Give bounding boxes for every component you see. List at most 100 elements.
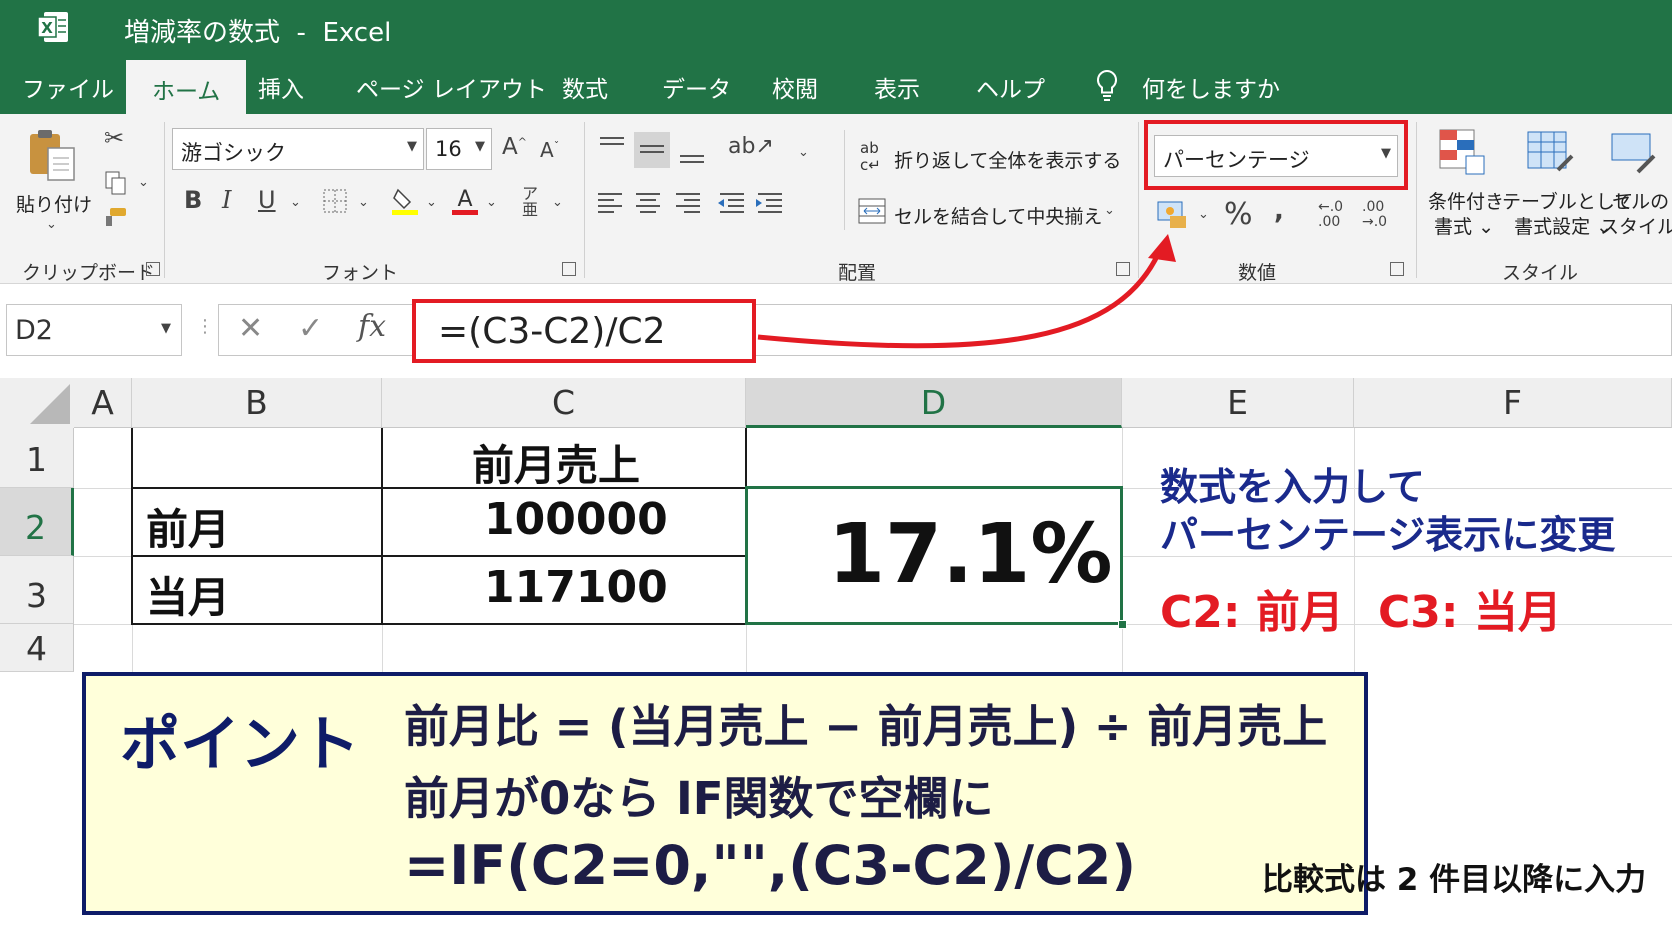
note-c2-label: C2: 前月	[1160, 587, 1344, 638]
decrease-decimal-icon[interactable]: .00 →.0	[1362, 199, 1387, 231]
tell-me-search[interactable]: 何をしますか	[1142, 70, 1280, 104]
group-separator	[584, 122, 585, 278]
font-size-combo[interactable]: 16 ▼	[426, 128, 492, 170]
formula-bar-grip-icon: ⋮	[196, 316, 214, 337]
cell-c1[interactable]: 前月売上	[472, 432, 640, 493]
column-header-c[interactable]: C	[382, 378, 746, 428]
merge-center-button[interactable]: セルを結合して中央揃え	[894, 202, 1102, 229]
format-as-table-icon[interactable]	[1524, 126, 1576, 178]
name-box[interactable]: D2 ▼	[6, 304, 182, 356]
cell-d2-value: 17.1%	[828, 507, 1113, 602]
format-painter-icon[interactable]	[102, 206, 128, 228]
merge-dropdown-icon[interactable]: ⌄	[1104, 204, 1115, 217]
group-separator	[844, 130, 845, 230]
fill-color-icon[interactable]	[390, 184, 420, 216]
number-launcher-icon[interactable]	[1390, 262, 1404, 276]
cancel-icon[interactable]: ✕	[238, 314, 263, 344]
orientation-icon[interactable]: ab↗	[728, 136, 774, 158]
insert-function-icon[interactable]: fx	[358, 312, 386, 342]
increase-font-icon[interactable]: A^	[502, 136, 527, 159]
underline-dropdown-icon[interactable]: ⌄	[290, 196, 301, 209]
column-header-a[interactable]: A	[74, 378, 132, 428]
window-title: 増減率の数式 - Excel	[124, 18, 392, 48]
increase-decimal-icon[interactable]: ←.0.00	[1318, 199, 1343, 231]
footnote: 比較式は 2 件目以降に入力	[1262, 862, 1647, 898]
conditional-format-icon[interactable]	[1436, 126, 1488, 178]
underline-button[interactable]: U	[258, 188, 276, 212]
vertical-align-icons[interactable]	[596, 132, 716, 168]
chevron-down-icon: ▼	[407, 139, 417, 154]
column-header-f[interactable]: F	[1354, 378, 1672, 428]
row-header-1[interactable]: 1	[0, 428, 74, 488]
orientation-dropdown-icon[interactable]: ⌄	[798, 146, 809, 159]
borders-icon[interactable]	[322, 188, 348, 214]
chevron-down-icon: ▼	[475, 139, 485, 154]
tab-view[interactable]: 表示	[874, 70, 920, 104]
title-bar: X 増減率の数式 - Excel	[0, 0, 1672, 56]
phonetic-dropdown-icon[interactable]: ⌄	[552, 196, 563, 209]
select-all-corner[interactable]	[0, 378, 74, 428]
wrap-text-button[interactable]: 折り返して全体を表示する	[894, 146, 1121, 173]
phonetic-icon[interactable]: ア亜	[522, 186, 538, 218]
font-color-dropdown-icon[interactable]: ⌄	[486, 196, 497, 209]
chevron-down-icon: ▼	[161, 321, 171, 336]
decrease-font-icon[interactable]: Aˇ	[540, 140, 559, 160]
wrap-text-icon[interactable]: ab c↵	[860, 140, 881, 173]
paste-icon[interactable]	[26, 126, 82, 184]
tab-review[interactable]: 校閲	[772, 70, 818, 104]
column-header-b[interactable]: B	[132, 378, 382, 428]
cell-d2-selected[interactable]: 17.1%	[745, 486, 1127, 629]
font-color-icon[interactable]: A	[450, 184, 480, 216]
chevron-down-icon: ▼	[1381, 146, 1391, 161]
merge-center-icon[interactable]	[858, 198, 886, 224]
tab-file[interactable]: ファイル	[22, 70, 114, 104]
formula-highlight[interactable]: =(C3-C2)/C2	[412, 299, 756, 363]
borders-dropdown-icon[interactable]: ⌄	[358, 196, 369, 209]
conditional-format-button[interactable]: 条件付き 書式 ⌄	[1428, 190, 1504, 239]
group-label-alignment: 配置	[838, 262, 877, 284]
group-label-number: 数値	[1238, 262, 1277, 284]
column-header-d[interactable]: D	[746, 378, 1122, 428]
row-header-3[interactable]: 3	[0, 556, 74, 624]
tab-formulas[interactable]: 数式	[562, 70, 608, 104]
clipboard-launcher-icon[interactable]	[146, 262, 160, 276]
group-separator	[1138, 122, 1139, 278]
italic-button[interactable]: I	[222, 188, 231, 212]
font-launcher-icon[interactable]	[562, 262, 576, 276]
column-header-e[interactable]: E	[1122, 378, 1354, 428]
tab-home[interactable]: ホーム	[126, 60, 247, 114]
tab-insert[interactable]: 挿入	[258, 70, 304, 104]
number-format-combo[interactable]: パーセンテージ ▼	[1154, 135, 1398, 177]
cell-styles-icon[interactable]	[1608, 126, 1660, 178]
point-line-1: 前月比 = (当月売上 − 前月売上) ÷ 前月売上	[404, 700, 1328, 753]
fill-color-dropdown-icon[interactable]: ⌄	[426, 196, 437, 209]
accounting-dropdown-icon[interactable]: ⌄	[1198, 208, 1209, 221]
paste-button[interactable]: 貼り付け	[16, 190, 92, 217]
cell-b2[interactable]: 前月	[146, 496, 230, 557]
formula-text: =(C3-C2)/C2	[438, 311, 666, 352]
group-label-font: フォント	[322, 262, 399, 284]
font-name-combo[interactable]: 游ゴシック ▼	[172, 128, 424, 170]
cell-b3[interactable]: 当月	[146, 564, 230, 625]
row-header-4[interactable]: 4	[0, 624, 74, 672]
paste-dropdown-icon[interactable]: ⌄	[46, 218, 57, 231]
note-c3-label: C3: 当月	[1378, 587, 1562, 638]
tab-page-layout[interactable]: ページ レイアウト	[356, 70, 547, 104]
fill-handle[interactable]	[1118, 620, 1127, 629]
row-header-2[interactable]: 2	[0, 488, 74, 556]
tab-help[interactable]: ヘルプ	[976, 70, 1045, 104]
percent-style-button[interactable]: %	[1224, 200, 1253, 230]
copy-icon[interactable]	[104, 170, 128, 196]
enter-icon[interactable]: ✓	[298, 314, 323, 344]
cell-styles-button[interactable]: セルのスタイル ⌄	[1600, 190, 1672, 239]
cell-c2[interactable]: 100000	[484, 494, 668, 545]
bold-button[interactable]: B	[184, 188, 202, 212]
comma-style-button[interactable]: ,	[1274, 198, 1284, 224]
cell-c3[interactable]: 117100	[484, 562, 668, 613]
tab-data[interactable]: データ	[662, 70, 731, 104]
alignment-launcher-icon[interactable]	[1116, 262, 1130, 276]
accounting-format-icon[interactable]	[1156, 200, 1190, 230]
copy-dropdown-icon[interactable]: ⌄	[138, 176, 149, 189]
cut-icon[interactable]: ✂	[104, 126, 124, 150]
horizontal-align-icons[interactable]	[596, 190, 796, 220]
